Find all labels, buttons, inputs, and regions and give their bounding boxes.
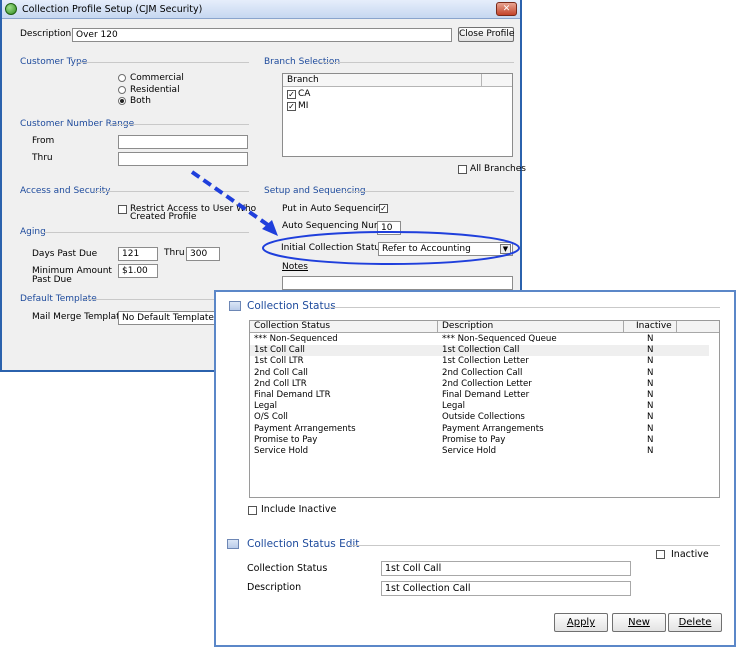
cell-description: Promise to Pay <box>442 434 506 445</box>
cell-description: *** Non-Sequenced Queue <box>442 334 557 344</box>
cell-status: Legal <box>254 401 278 412</box>
edit-inactive-checkbox[interactable] <box>656 550 665 559</box>
grid-rows: *** Non-Sequenced *** Non-Sequenced Queue… <box>250 334 719 494</box>
cell-description: Payment Arrangements <box>442 423 544 434</box>
cell-inactive: N <box>647 367 654 378</box>
cell-status: Promise to Pay <box>254 434 318 445</box>
table-row[interactable]: 2nd Coll Call 2nd Collection Call N <box>250 368 709 379</box>
annotation-arrow <box>190 170 270 227</box>
cell-description: 2nd Collection Letter <box>442 378 532 389</box>
cell-inactive: N <box>647 345 654 356</box>
table-row[interactable]: O/S Coll Outside Collections N <box>250 412 709 423</box>
cell-status: 2nd Coll Call <box>254 367 308 378</box>
table-row[interactable]: Service Hold Service Hold N <box>250 446 709 457</box>
table-row[interactable]: 1st Coll Call 1st Collection Call N <box>250 345 709 357</box>
include-inactive-label: Include Inactive <box>261 504 337 515</box>
collection-status-heading: Collection Status <box>247 300 336 312</box>
cell-inactive: N <box>647 356 654 367</box>
cell-inactive: N <box>647 334 654 344</box>
cell-inactive: N <box>647 446 654 456</box>
cell-inactive: N <box>647 423 654 434</box>
collection-status-grid[interactable]: Collection Status Description Inactive *… <box>249 320 720 498</box>
collection-status-divider <box>327 307 720 308</box>
column-header-inactive[interactable]: Inactive <box>624 321 677 333</box>
cell-inactive: N <box>647 401 654 412</box>
cell-status: 1st Coll Call <box>254 345 305 356</box>
new-button[interactable]: New <box>612 613 666 632</box>
table-row[interactable]: Final Demand LTR Final Demand Letter N <box>250 390 709 401</box>
apply-button[interactable]: Apply <box>554 613 608 632</box>
cell-status: Payment Arrangements <box>254 423 356 434</box>
column-header-description[interactable]: Description <box>438 321 624 333</box>
cell-inactive: N <box>647 378 654 389</box>
cell-status: Final Demand LTR <box>254 390 331 400</box>
cell-description: Service Hold <box>442 446 497 456</box>
cell-description: 1st Collection Call <box>442 345 520 356</box>
annotation-ellipse <box>262 231 520 265</box>
collection-status-window: Collection Status Collection Status Desc… <box>214 290 736 647</box>
cell-status: Service Hold <box>254 446 309 456</box>
grid-header: Collection Status Description Inactive <box>250 321 719 333</box>
cell-status: 1st Coll LTR <box>254 356 304 367</box>
table-row[interactable]: Payment Arrangements Payment Arrangements… <box>250 424 709 435</box>
cell-inactive: N <box>647 412 654 423</box>
column-header-status[interactable]: Collection Status <box>250 321 438 333</box>
table-row[interactable]: *** Non-Sequenced *** Non-Sequenced Queue… <box>250 334 709 345</box>
cell-description: 2nd Collection Call <box>442 367 523 378</box>
table-row[interactable]: 1st Coll LTR 1st Collection Letter N <box>250 356 709 367</box>
cell-description: Outside Collections <box>442 412 525 423</box>
grid-icon <box>229 301 241 311</box>
edit-description-label: Description <box>247 582 302 593</box>
edit-collection-status-label: Collection Status <box>247 563 328 574</box>
edit-description-input[interactable]: 1st Collection Call <box>381 581 631 596</box>
cell-inactive: N <box>647 390 654 400</box>
edit-inactive-label: Inactive <box>671 549 709 560</box>
table-row[interactable]: Promise to Pay Promise to Pay N <box>250 435 709 446</box>
delete-button[interactable]: Delete <box>668 613 722 632</box>
cell-status: O/S Coll <box>254 412 288 423</box>
table-row[interactable]: Legal Legal N <box>250 401 709 412</box>
cell-description: 1st Collection Letter <box>442 356 529 367</box>
cell-description: Legal <box>442 401 466 412</box>
edit-collection-status-input[interactable]: 1st Coll Call <box>381 561 631 576</box>
collection-status-edit-divider <box>349 545 720 546</box>
table-row[interactable]: 2nd Coll LTR 2nd Collection Letter N <box>250 379 709 390</box>
include-inactive-checkbox[interactable] <box>248 506 257 515</box>
cell-status: 2nd Coll LTR <box>254 378 307 389</box>
cell-description: Final Demand Letter <box>442 390 530 400</box>
cell-inactive: N <box>647 434 654 445</box>
collection-status-edit-heading: Collection Status Edit <box>247 538 360 550</box>
cell-status: *** Non-Sequenced <box>254 334 338 344</box>
edit-form-icon <box>227 539 239 549</box>
